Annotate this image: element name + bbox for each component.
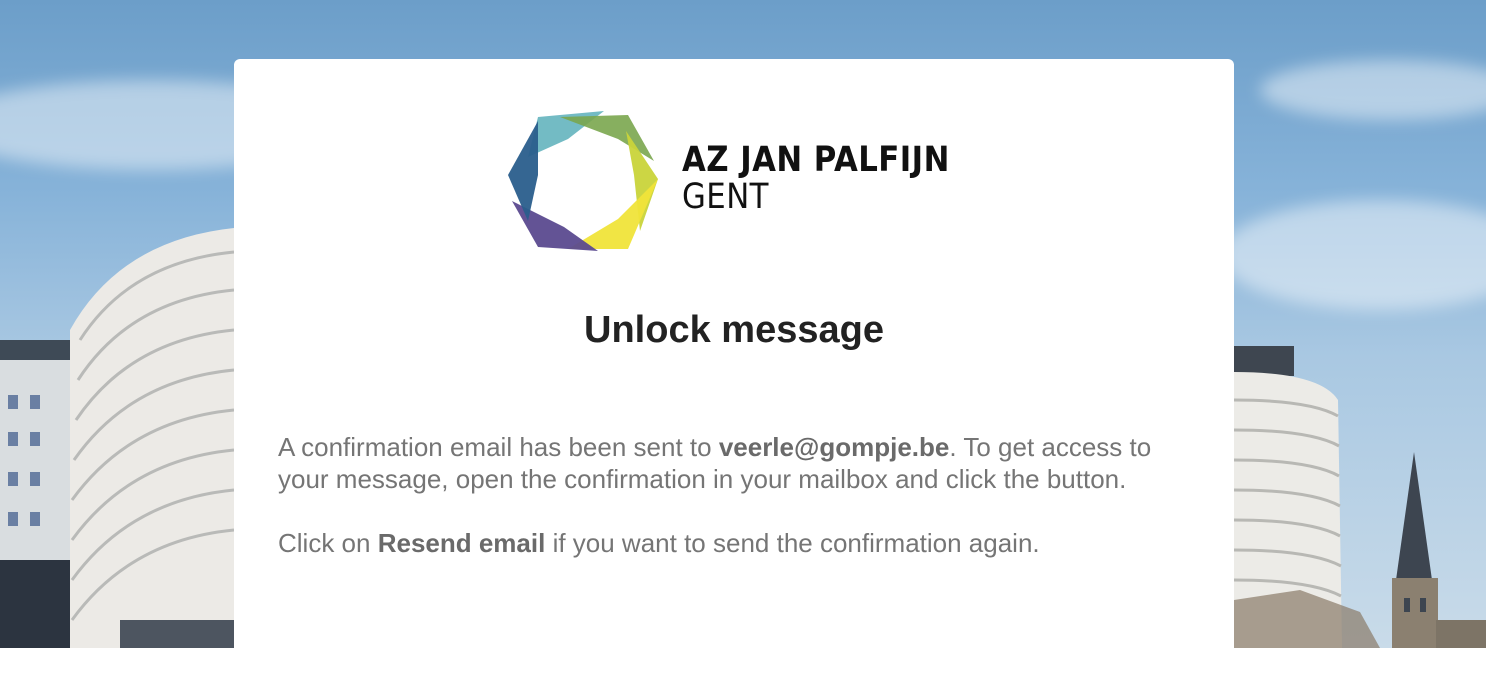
resend-email-link[interactable]: Resend email bbox=[378, 528, 546, 558]
resend-text-prefix: Click on bbox=[278, 528, 378, 558]
recipient-email: veerle@gompje.be bbox=[718, 432, 950, 462]
page-title: Unlock message bbox=[584, 309, 884, 351]
brand-logo: AZ JAN PALFIJN GENT bbox=[508, 109, 960, 255]
brand-name: AZ JAN PALFIJN bbox=[682, 140, 950, 180]
confirmation-text-prefix: A confirmation email has been sent to bbox=[278, 432, 719, 462]
message-body: A confirmation email has been sent to ve… bbox=[278, 431, 1190, 559]
brand-wordmark: AZ JAN PALFIJN GENT bbox=[682, 143, 986, 215]
brand-city: GENT bbox=[682, 177, 769, 217]
hexagon-ribbon-logo-icon bbox=[508, 111, 658, 251]
resend-paragraph: Click on Resend email if you want to sen… bbox=[278, 527, 1190, 559]
unlock-card: AZ JAN PALFIJN GENT Unlock message A con… bbox=[234, 59, 1234, 679]
resend-text-suffix: if you want to send the confirmation aga… bbox=[545, 528, 1040, 558]
confirmation-paragraph: A confirmation email has been sent to ve… bbox=[278, 431, 1190, 495]
